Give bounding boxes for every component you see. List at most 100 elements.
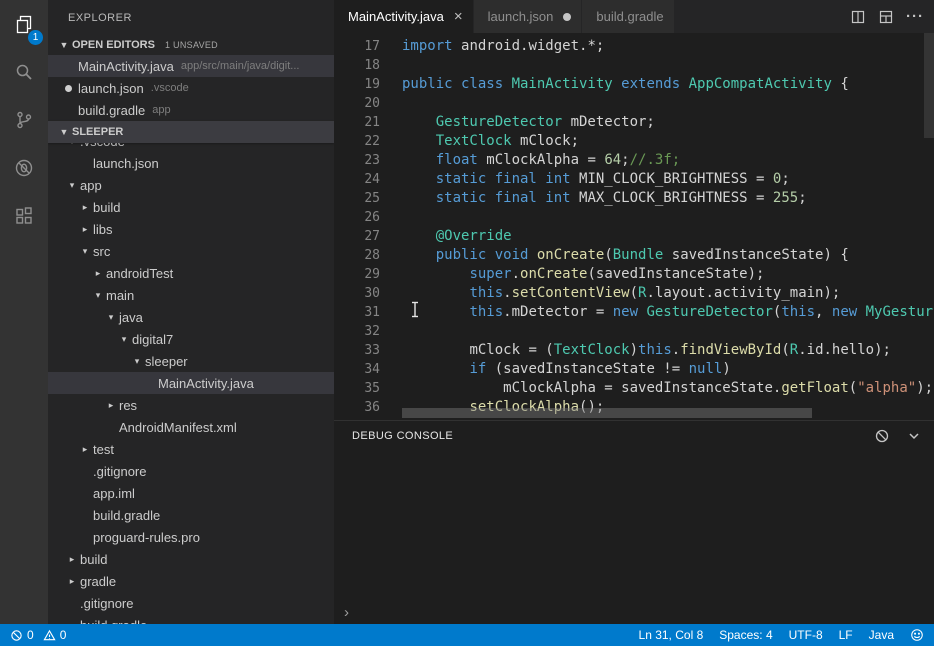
tree-file-build-gradle[interactable]: build.gradle bbox=[48, 504, 334, 526]
activity-item-source-control[interactable] bbox=[0, 96, 48, 144]
tree-item-label: .gitignore bbox=[80, 596, 133, 611]
tree-folder-test[interactable]: ▸test bbox=[48, 438, 334, 460]
tree-folder-build[interactable]: ▸build bbox=[48, 196, 334, 218]
code-line-32: 32 bbox=[334, 322, 934, 341]
line-content: this.setContentView(R.layout.activity_ma… bbox=[380, 284, 840, 303]
tree-file-launch-json[interactable]: launch.json bbox=[48, 152, 334, 174]
chevron-down-icon: ▼ bbox=[56, 127, 72, 137]
workspace-folder-header[interactable]: ▼ SLEEPER bbox=[48, 121, 334, 143]
open-editor-label: MainActivity.java bbox=[78, 59, 174, 74]
tree-folder-build[interactable]: ▸build bbox=[48, 548, 334, 570]
code-line-35: 35 mClockAlpha = savedInstanceState.getF… bbox=[334, 379, 934, 398]
line-content: if (savedInstanceState != null) bbox=[380, 360, 731, 379]
tree-item-label: digital7 bbox=[132, 332, 173, 347]
open-editor-build-gradle[interactable]: build.gradleapp bbox=[48, 99, 334, 121]
open-editor-mainactivity-java[interactable]: MainActivity.javaapp/src/main/java/digit… bbox=[48, 55, 334, 77]
more-actions-icon[interactable]: ··· bbox=[906, 8, 924, 25]
code-line-17: 17import android.widget.*; bbox=[334, 37, 934, 56]
activity-item-debug[interactable] bbox=[0, 144, 48, 192]
tree-folder-src[interactable]: ▾src bbox=[48, 240, 334, 262]
split-editor-icon[interactable] bbox=[850, 9, 866, 25]
activity-item-search[interactable] bbox=[0, 48, 48, 96]
chevron-down-icon[interactable] bbox=[906, 428, 922, 444]
tree-item-label: .vscode bbox=[80, 143, 125, 149]
status-utf-8[interactable]: UTF-8 bbox=[789, 628, 823, 642]
code-line-18: 18 bbox=[334, 56, 934, 75]
line-number: 26 bbox=[334, 208, 380, 227]
tree-file-gitignore[interactable]: .gitignore bbox=[48, 592, 334, 614]
tree-file-mainactivity-java[interactable]: MainActivity.java bbox=[48, 372, 334, 394]
chevron-collapsed-icon: ▸ bbox=[64, 554, 80, 565]
line-content: public void onCreate(Bundle savedInstanc… bbox=[380, 246, 849, 265]
code-line-29: 29 super.onCreate(savedInstanceState); bbox=[334, 265, 934, 284]
tree-folder-digital7[interactable]: ▾digital7 bbox=[48, 328, 334, 350]
tree-folder-sleeper[interactable]: ▾sleeper bbox=[48, 350, 334, 372]
code-line-21: 21 GestureDetector mDetector; bbox=[334, 113, 934, 132]
tree-item-label: test bbox=[93, 442, 114, 457]
line-content: @Override bbox=[380, 227, 512, 246]
status-spaces-4[interactable]: Spaces: 4 bbox=[719, 628, 772, 642]
modified-dot bbox=[563, 13, 571, 21]
open-editor-launch-json[interactable]: launch.json.vscode bbox=[48, 77, 334, 99]
code-line-20: 20 bbox=[334, 94, 934, 113]
line-number: 32 bbox=[334, 322, 380, 341]
status-bar: 0 0 Ln 31, Col 8 Spaces: 4 UTF-8 LF Java bbox=[0, 624, 934, 646]
line-content: GestureDetector mDetector; bbox=[380, 113, 655, 132]
tree-folder-vscode[interactable]: ▾.vscode bbox=[48, 143, 334, 152]
open-editors-header[interactable]: ▼ OPEN EDITORS 1 UNSAVED bbox=[48, 35, 334, 55]
error-icon bbox=[10, 629, 23, 642]
tree-folder-androidtest[interactable]: ▸androidTest bbox=[48, 262, 334, 284]
chevron-down-icon: ▼ bbox=[56, 40, 72, 50]
tree-item-label: proguard-rules.pro bbox=[93, 530, 200, 545]
horizontal-scrollbar[interactable] bbox=[402, 408, 812, 418]
tree-file-gitignore[interactable]: .gitignore bbox=[48, 460, 334, 482]
tree-folder-gradle[interactable]: ▸gradle bbox=[48, 570, 334, 592]
line-content: static final int MAX_CLOCK_BRIGHTNESS = … bbox=[380, 189, 807, 208]
chevron-collapsed-icon: ▸ bbox=[77, 444, 93, 455]
line-number: 23 bbox=[334, 151, 380, 170]
debug-console-input[interactable]: › bbox=[334, 600, 934, 624]
close-icon[interactable]: × bbox=[454, 9, 463, 24]
tab-mainactivity-java[interactable]: MainActivity.java × bbox=[334, 0, 474, 33]
tree-folder-app[interactable]: ▾app bbox=[48, 174, 334, 196]
tree-file-app-iml[interactable]: app.iml bbox=[48, 482, 334, 504]
code-line-30: 30 this.setContentView(R.layout.activity… bbox=[334, 284, 934, 303]
line-number: 17 bbox=[334, 37, 380, 56]
chevron-collapsed-icon: ▸ bbox=[64, 576, 80, 587]
tab-launch-json[interactable]: launch.json bbox=[474, 0, 583, 33]
code-editor[interactable]: 17import android.widget.*;1819public cla… bbox=[334, 33, 934, 420]
line-number: 25 bbox=[334, 189, 380, 208]
tree-item-label: app bbox=[80, 178, 102, 193]
editor-layout-icon[interactable] bbox=[878, 9, 894, 25]
status-ln-31-col-8[interactable]: Ln 31, Col 8 bbox=[639, 628, 704, 642]
tree-folder-main[interactable]: ▾main bbox=[48, 284, 334, 306]
vertical-scrollbar[interactable] bbox=[924, 33, 934, 138]
problems-indicator[interactable]: 0 0 bbox=[10, 628, 66, 642]
clear-console-icon[interactable] bbox=[874, 428, 890, 444]
extensions-icon bbox=[12, 204, 36, 228]
line-number: 22 bbox=[334, 132, 380, 151]
modified-dot bbox=[65, 85, 72, 92]
panel-tab-debug-console[interactable]: DEBUG CONSOLE bbox=[352, 430, 453, 442]
activity-item-extensions[interactable] bbox=[0, 192, 48, 240]
debug-icon bbox=[12, 156, 36, 180]
tree-file-build-gradle[interactable]: build.gradle bbox=[48, 614, 334, 624]
status-java[interactable]: Java bbox=[869, 628, 894, 642]
status-lf[interactable]: LF bbox=[839, 628, 853, 642]
tree-folder-res[interactable]: ▸res bbox=[48, 394, 334, 416]
open-editor-detail: app bbox=[152, 104, 334, 116]
activity-item-explorer[interactable]: 1 bbox=[0, 0, 48, 48]
tree-file-androidmanifest-xml[interactable]: AndroidManifest.xml bbox=[48, 416, 334, 438]
code-line-26: 26 bbox=[334, 208, 934, 227]
error-count: 0 bbox=[27, 628, 34, 642]
tree-folder-java[interactable]: ▾java bbox=[48, 306, 334, 328]
tree-folder-libs[interactable]: ▸libs bbox=[48, 218, 334, 240]
feedback-smiley-icon[interactable] bbox=[910, 628, 924, 642]
text-cursor-pointer bbox=[410, 301, 420, 318]
tab-build-gradle[interactable]: build.gradle bbox=[582, 0, 674, 33]
line-content bbox=[380, 56, 402, 75]
open-editor-label: launch.json bbox=[78, 81, 144, 96]
debug-console-output bbox=[334, 451, 934, 600]
tab-label: MainActivity.java bbox=[348, 9, 444, 24]
tree-file-proguard-rules-pro[interactable]: proguard-rules.pro bbox=[48, 526, 334, 548]
